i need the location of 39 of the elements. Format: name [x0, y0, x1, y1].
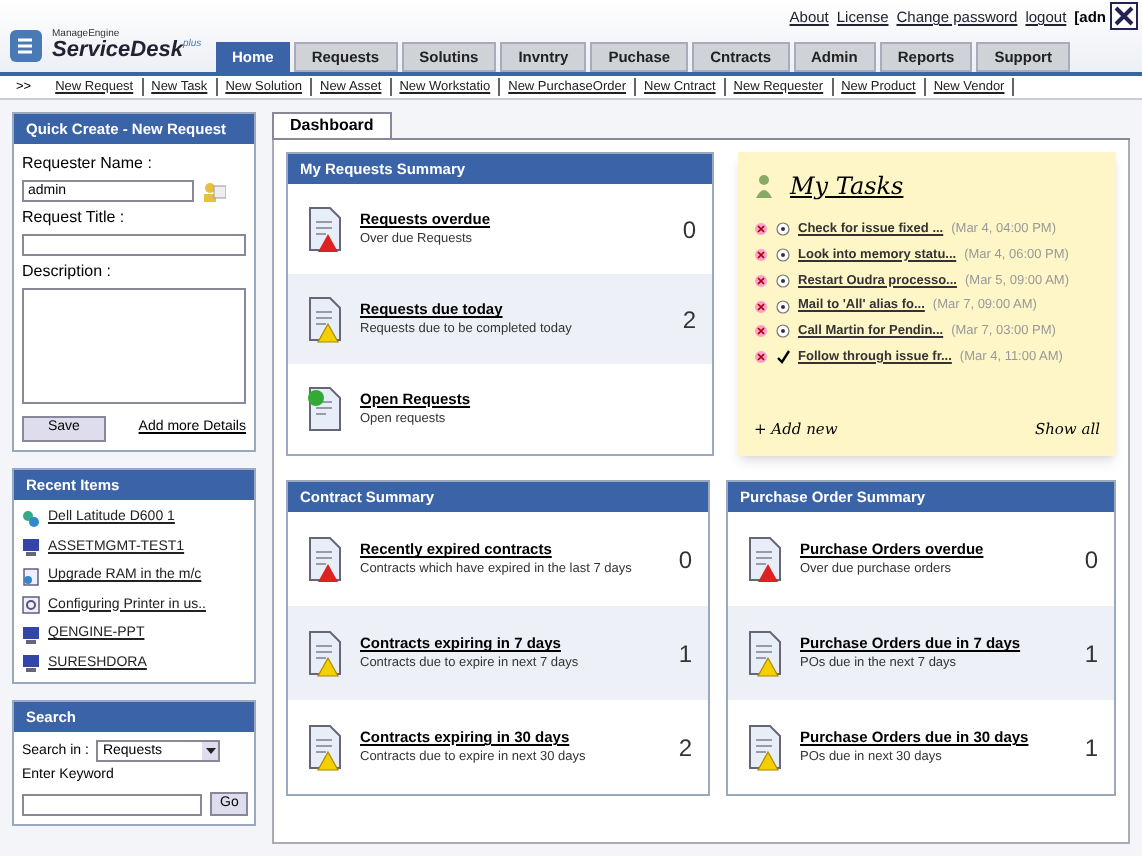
delete-icon[interactable] [754, 299, 768, 314]
field-label: Description : [22, 260, 113, 285]
radio-icon[interactable] [776, 222, 790, 237]
radio-icon[interactable] [776, 299, 790, 314]
caret-icon [205, 748, 216, 755]
monitor-icon [22, 625, 40, 644]
summary-count: 0 [1082, 543, 1098, 578]
radio-icon[interactable] [776, 248, 790, 263]
cubes-icon [22, 509, 40, 528]
field-label: Request Title : [22, 206, 127, 231]
logo-icon [8, 28, 44, 64]
tasks-title: My Tasks [790, 170, 904, 204]
description-field[interactable] [22, 288, 246, 405]
summary-count: 2 [680, 303, 696, 338]
delete-icon[interactable] [754, 350, 768, 365]
close-icon[interactable] [1110, 2, 1138, 30]
keyword-field[interactable] [22, 793, 202, 815]
radio-icon[interactable] [776, 273, 790, 288]
delete-icon[interactable] [754, 222, 768, 237]
check-icon[interactable] [776, 350, 790, 365]
summary-count: 2 [676, 731, 692, 766]
person-icon [754, 174, 774, 198]
summary-count: 1 [1082, 731, 1098, 766]
summary-count: 1 [1082, 637, 1098, 672]
brand-name: ServiceDesk [52, 40, 183, 62]
magnifier-document-icon [22, 596, 40, 615]
summary-count: 0 [676, 543, 692, 578]
dashboard-tab[interactable]: Dashboard [272, 112, 392, 138]
summary-count: 0 [680, 213, 696, 248]
delete-icon[interactable] [754, 324, 768, 339]
monitor-icon [22, 538, 40, 557]
delete-icon[interactable] [754, 248, 768, 263]
delete-icon[interactable] [754, 273, 768, 288]
field-label: Requester Name : [22, 152, 154, 177]
document-icon [22, 567, 40, 586]
radio-icon[interactable] [776, 324, 790, 339]
summary-count: 1 [676, 637, 692, 672]
monitor-icon [22, 654, 40, 673]
request-title-field[interactable] [22, 234, 246, 257]
